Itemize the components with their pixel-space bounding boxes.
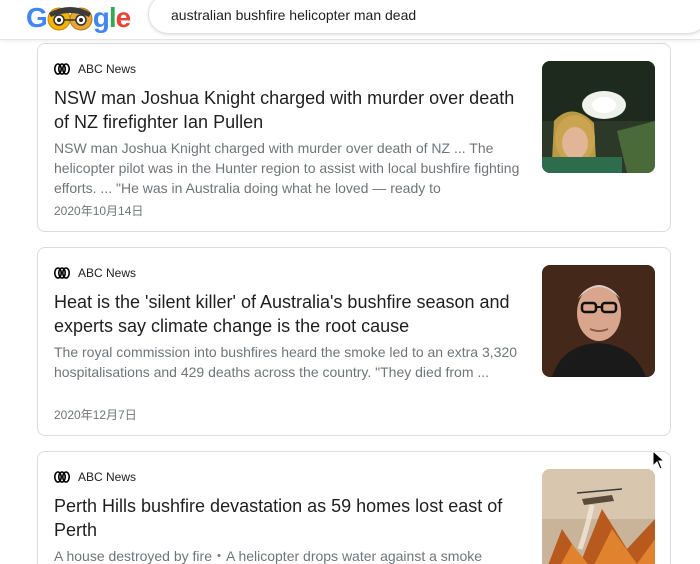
result-snippet: The royal commission into bushfires hear… [54, 344, 518, 380]
result-snippet: NSW man Joshua Knight charged with murde… [54, 140, 520, 196]
result-title-link[interactable]: NSW man Joshua Knight charged with murde… [54, 86, 524, 134]
news-result-card[interactable]: ABC News NSW man Joshua Knight charged w… [37, 43, 671, 232]
result-title-link[interactable]: Heat is the 'silent killer' of Australia… [54, 290, 524, 338]
logo-letter-e: e [115, 2, 132, 33]
result-date: 2020年12月7日 [54, 408, 137, 422]
search-input[interactable]: australian bushfire helicopter man dead [148, 0, 700, 34]
news-source[interactable]: ABC News [54, 470, 136, 484]
search-query-text: australian bushfire helicopter man dead [171, 7, 417, 23]
news-result-card[interactable]: ABC News Perth Hills bushfire devastatio… [37, 451, 671, 564]
abc-news-logo-icon [54, 267, 70, 279]
man-with-glasses-photo [542, 265, 655, 377]
abc-news-logo-icon [54, 471, 70, 483]
result-title-link[interactable]: Perth Hills bushfire devastation as 59 h… [54, 494, 524, 542]
header: G g l e australian bushfire helicopter m… [0, 0, 700, 40]
mouse-cursor-icon [652, 450, 666, 470]
logo-letter-g: G [26, 2, 48, 33]
doodle-face-icon [45, 3, 95, 33]
result-date: 2020年10月14日 [54, 204, 144, 218]
result-thumbnail[interactable] [542, 61, 655, 173]
news-source[interactable]: ABC News [54, 62, 136, 76]
woman-in-helicopter-photo [542, 61, 655, 173]
logo-letter-g2: g [92, 2, 110, 33]
result-thumbnail[interactable] [542, 469, 655, 564]
result-snippet: A house destroyed by fire・A helicopter d… [54, 548, 483, 564]
news-result-card[interactable]: ABC News Heat is the 'silent killer' of … [37, 247, 671, 436]
result-thumbnail[interactable] [542, 265, 655, 377]
logo-letter-l: l [108, 2, 117, 33]
google-logo[interactable]: G g l e [26, 1, 132, 35]
news-source[interactable]: ABC News [54, 266, 136, 280]
news-source-name: ABC News [78, 62, 137, 76]
helicopter-over-bushfire-photo [542, 469, 655, 564]
abc-news-logo-icon [54, 63, 70, 75]
news-source-name: ABC News [78, 470, 137, 484]
news-source-name: ABC News [78, 266, 137, 280]
